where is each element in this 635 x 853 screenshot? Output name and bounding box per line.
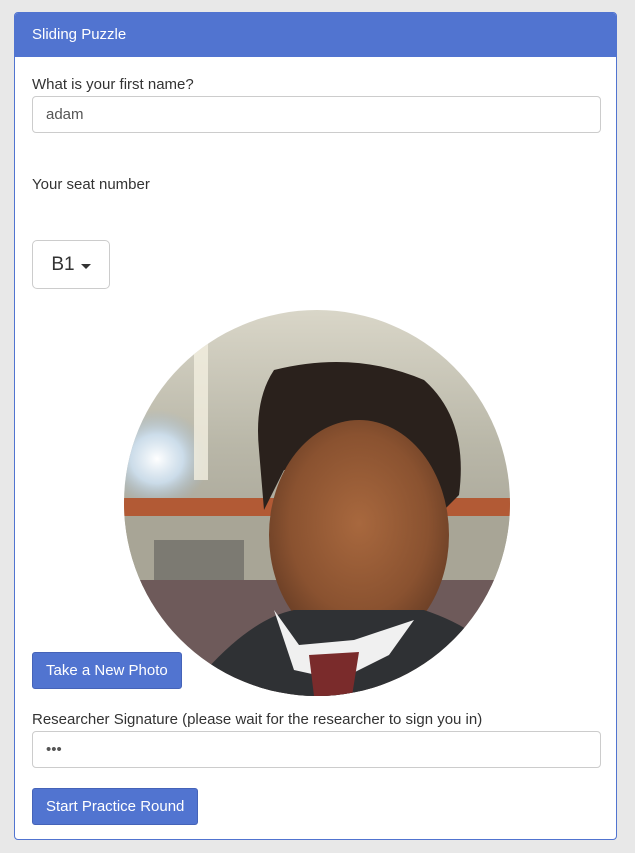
caret-down-icon [80,263,91,269]
researcher-signature-input[interactable] [32,731,601,768]
seat-number-dropdown[interactable]: B1 [32,240,110,289]
sliding-puzzle-panel: Sliding Puzzle What is your first name? … [14,12,617,840]
seat-selected-value: B1 [51,253,75,275]
photo-image [124,310,510,696]
first-name-input[interactable] [32,96,601,133]
take-new-photo-button[interactable]: Take a New Photo [32,652,182,689]
start-practice-round-button[interactable]: Start Practice Round [32,788,199,825]
first-name-label: What is your first name? [32,76,194,93]
panel-header: Sliding Puzzle [15,13,616,57]
user-photo [124,310,510,696]
seat-number-label: Your seat number [32,176,150,193]
researcher-signature-label: Researcher Signature (please wait for th… [32,711,483,728]
